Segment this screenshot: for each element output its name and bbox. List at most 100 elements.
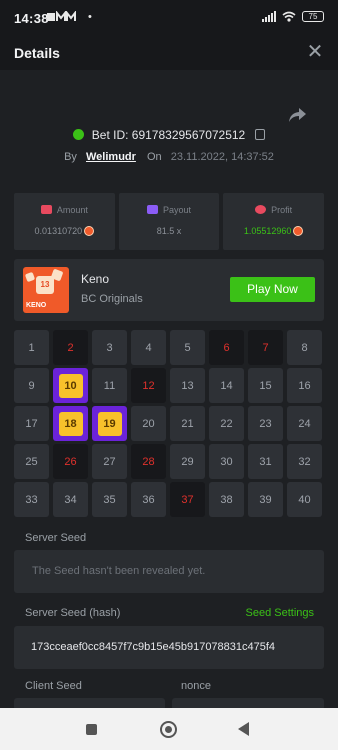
keno-cell: 10	[53, 368, 88, 403]
keno-cell: 27	[92, 444, 127, 479]
on-label: On	[146, 151, 162, 163]
bet-date: 23.11.2022, 14:37:52	[170, 151, 274, 163]
keno-grid: 1 2 3 4 5 6 7 8 9 10 11 12 13 14 15 16 17 18 19 20 21 22 23 24 2…	[14, 330, 324, 518]
stat-payout: Payout 81.5 x	[118, 193, 220, 250]
keno-cell: 28	[131, 444, 166, 479]
bet-stats: Amount 0.01310720 Payout 81.5 x Profit 1…	[14, 193, 325, 250]
keno-cell: 31	[248, 444, 283, 479]
server-seed-label: Server Seed	[25, 532, 87, 544]
stat-amount-label: Amount	[56, 205, 88, 215]
keno-cell: 18	[53, 406, 88, 441]
keno-hit-tile: 19	[97, 411, 122, 436]
keno-cell: 12	[131, 368, 166, 403]
thumb-ball: 13	[36, 276, 54, 294]
keno-cell: 20	[131, 406, 166, 441]
game-provider: BC Originals	[81, 293, 143, 305]
profit-icon	[255, 205, 267, 214]
stat-amount: Amount 0.01310720	[14, 193, 115, 250]
server-seed-hash-label: Server Seed (hash)	[25, 607, 121, 619]
keno-cell: 8	[287, 330, 322, 365]
payout-icon	[146, 205, 158, 214]
notification-apps-icon	[47, 10, 76, 21]
keno-cell: 16	[287, 368, 322, 403]
system-nav-bar	[0, 708, 338, 750]
keno-cell: 1	[14, 330, 49, 365]
keno-cell: 5	[170, 330, 205, 365]
keno-cell: 34	[53, 482, 88, 517]
keno-cell: 23	[248, 406, 283, 441]
close-icon[interactable]: ✕	[304, 41, 326, 63]
keno-cell: 35	[92, 482, 127, 517]
keno-hit-tile: 10	[58, 373, 83, 398]
keno-cell: 38	[209, 482, 244, 517]
game-card: 13 KENO Keno BC Originals Play Now	[14, 259, 324, 321]
coin-icon	[293, 226, 304, 236]
page-title: Details	[14, 45, 60, 61]
details-header: Details ✕	[0, 36, 338, 70]
server-seed-hash-field[interactable]: 173cceaef0cc8457f7c9b15e45b917078831c475…	[14, 626, 324, 669]
keno-cell: 40	[287, 482, 322, 517]
keno-cell: 17	[14, 406, 49, 441]
keno-cell: 13	[170, 368, 205, 403]
stat-payout-label: Payout	[162, 205, 192, 215]
status-icons: 75	[262, 11, 324, 22]
status-bar: 14:38 • 75	[0, 0, 338, 36]
status-time: 14:38	[14, 11, 49, 26]
back-icon[interactable]	[238, 722, 249, 736]
keno-cell: 29	[170, 444, 205, 479]
keno-cell: 37	[170, 482, 205, 517]
stat-profit-value: 1.05512960	[243, 226, 292, 236]
username-link[interactable]: Welimudr	[86, 151, 136, 163]
server-seed-field: The Seed hasn't been revealed yet.	[14, 550, 324, 593]
bet-author-row: By Welimudr On 23.11.2022, 14:37:52	[0, 151, 338, 163]
notification-icons	[47, 10, 79, 26]
server-seed-hash-value: 173cceaef0cc8457f7c9b15e45b917078831c475…	[31, 641, 276, 653]
keno-thumbnail[interactable]: 13 KENO	[23, 267, 69, 313]
keno-cell: 39	[248, 482, 283, 517]
wifi-icon	[282, 11, 296, 22]
keno-cell: 32	[287, 444, 322, 479]
keno-cell: 33	[14, 482, 49, 517]
keno-cell: 4	[131, 330, 166, 365]
home-icon[interactable]	[160, 721, 177, 738]
keno-cell: 3	[92, 330, 127, 365]
keno-cell: 30	[209, 444, 244, 479]
seed-settings-link[interactable]: Seed Settings	[246, 607, 315, 619]
bet-id: Bet ID: 69178329567072512	[91, 128, 246, 142]
client-seed-label: Client Seed	[25, 680, 82, 692]
stat-profit-label: Profit	[271, 205, 293, 215]
game-name: Keno	[81, 272, 110, 286]
keno-cell: 9	[14, 368, 49, 403]
share-icon[interactable]	[288, 106, 308, 124]
battery-icon: 75	[302, 11, 324, 22]
by-label: By	[64, 151, 77, 163]
stat-payout-value: 81.5 x	[156, 226, 182, 236]
keno-cell: 22	[209, 406, 244, 441]
keno-cell: 11	[92, 368, 127, 403]
signal-icon	[262, 11, 276, 22]
thumb-label: KENO	[26, 302, 47, 309]
copy-icon[interactable]	[254, 129, 265, 140]
keno-cell: 24	[287, 406, 322, 441]
keno-cell: 36	[131, 482, 166, 517]
keno-cell: 21	[170, 406, 205, 441]
keno-cell: 2	[53, 330, 88, 365]
bet-id-row: Bet ID: 69178329567072512	[0, 128, 338, 142]
stat-profit: Profit 1.05512960	[223, 193, 325, 250]
recents-icon[interactable]	[86, 724, 97, 735]
keno-cell: 19	[92, 406, 127, 441]
verified-shield-icon	[73, 129, 85, 140]
coin-icon	[84, 226, 95, 236]
amount-icon	[40, 205, 52, 214]
keno-cell: 7	[248, 330, 283, 365]
server-seed-value: The Seed hasn't been revealed yet.	[32, 565, 206, 577]
keno-cell: 25	[14, 444, 49, 479]
status-dot: •	[88, 11, 92, 23]
stat-amount-value: 0.01310720	[34, 226, 83, 236]
play-now-button[interactable]: Play Now	[230, 277, 315, 302]
nonce-label: nonce	[181, 680, 211, 692]
keno-cell: 14	[209, 368, 244, 403]
keno-cell: 15	[248, 368, 283, 403]
keno-hit-tile: 18	[58, 411, 83, 436]
keno-cell: 6	[209, 330, 244, 365]
